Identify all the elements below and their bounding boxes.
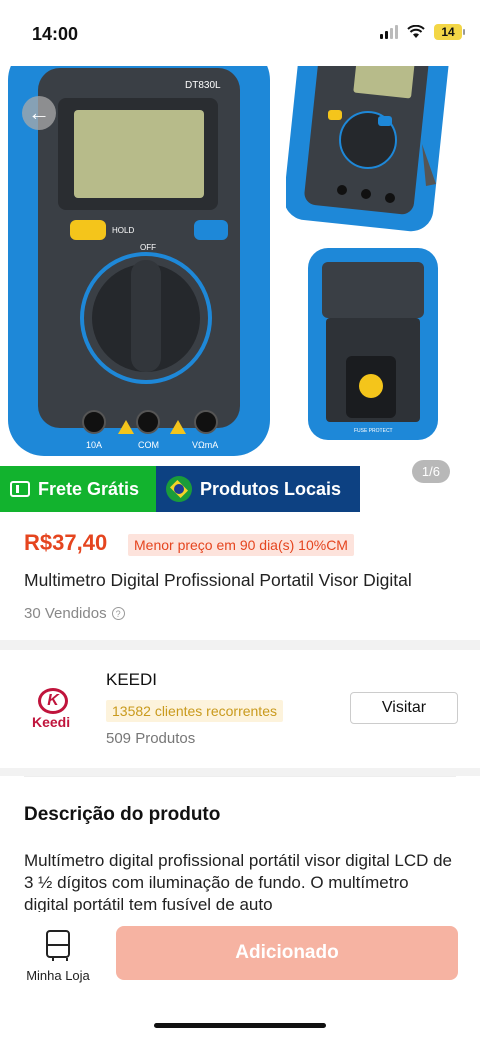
bottom-action-bar: Minha Loja Adicionado bbox=[0, 912, 480, 1040]
my-shop-label: Minha Loja bbox=[26, 968, 90, 983]
model-label: DT830L bbox=[185, 80, 221, 91]
product-title: Multimetro Digital Profissional Portatil… bbox=[24, 570, 412, 590]
store-card[interactable]: K Keedi KEEDI 13582 clientes recorrentes… bbox=[0, 650, 480, 768]
sold-label: 30 Vendidos bbox=[24, 605, 107, 622]
port-vma-label: VΩmA bbox=[192, 440, 218, 450]
off-label: OFF bbox=[140, 243, 156, 252]
divider bbox=[24, 776, 456, 777]
port-com-label: COM bbox=[138, 440, 159, 450]
brazil-flag-icon bbox=[166, 476, 192, 502]
arrow-left-icon: ← bbox=[28, 100, 50, 125]
badge-row: Frete Grátis Produtos Locais bbox=[0, 466, 360, 512]
status-bar: 14:00 14 bbox=[0, 0, 480, 66]
battery-icon: 14 bbox=[434, 24, 465, 40]
side-badge: FUSE PROTECT bbox=[354, 428, 393, 434]
my-shop-button[interactable]: Minha Loja bbox=[18, 930, 98, 983]
ticket-icon bbox=[10, 481, 30, 497]
store-logo-mark: K bbox=[38, 688, 68, 714]
sold-count: 30 Vendidos ? bbox=[24, 605, 125, 622]
product-gallery[interactable]: ← DT830L HOLD OFF 10A COM VΩmA FUSE PROT… bbox=[0, 18, 480, 512]
description-title: Descrição do produto bbox=[24, 804, 221, 825]
back-button[interactable]: ← bbox=[22, 96, 56, 130]
price-card: R$37,40 Menor preço em 90 dia(s) 10%CM M… bbox=[0, 512, 480, 640]
signal-icon bbox=[380, 25, 398, 39]
frete-gratis-label: Frete Grátis bbox=[38, 478, 140, 499]
produtos-locais-label: Produtos Locais bbox=[200, 478, 342, 499]
store-logo[interactable]: K Keedi bbox=[30, 688, 80, 734]
status-time: 14:00 bbox=[32, 24, 79, 44]
help-icon[interactable]: ? bbox=[111, 607, 125, 620]
visit-store-button[interactable]: Visitar bbox=[350, 692, 458, 724]
gallery-page-indicator: 1/6 bbox=[411, 460, 450, 483]
product-price: R$37,40 bbox=[24, 530, 108, 555]
product-page: 14:00 14 ← DT830L HOLD OFF 10A COM VΩmA … bbox=[0, 0, 480, 1040]
hold-label: HOLD bbox=[112, 226, 134, 235]
lowest-price-tag: Menor preço em 90 dia(s) 10%CM bbox=[128, 534, 354, 556]
returning-customers-tag: 13582 clientes recorrentes bbox=[106, 700, 283, 722]
store-name[interactable]: KEEDI bbox=[106, 670, 157, 690]
wifi-icon bbox=[407, 25, 425, 38]
product-image-back: FUSE PROTECT bbox=[308, 248, 438, 440]
produtos-locais-badge: Produtos Locais bbox=[156, 466, 360, 512]
added-button[interactable]: Adicionado bbox=[116, 926, 458, 980]
port-10a-label: 10A bbox=[86, 440, 102, 450]
home-indicator bbox=[154, 1023, 326, 1028]
store-product-count: 509 Produtos bbox=[106, 730, 196, 747]
status-icons: 14 bbox=[380, 24, 465, 40]
frete-gratis-badge: Frete Grátis bbox=[0, 466, 156, 512]
description-text: Multímetro digital profissional portátil… bbox=[24, 851, 453, 914]
store-logo-text: Keedi bbox=[32, 714, 71, 730]
shop-icon bbox=[46, 930, 70, 961]
